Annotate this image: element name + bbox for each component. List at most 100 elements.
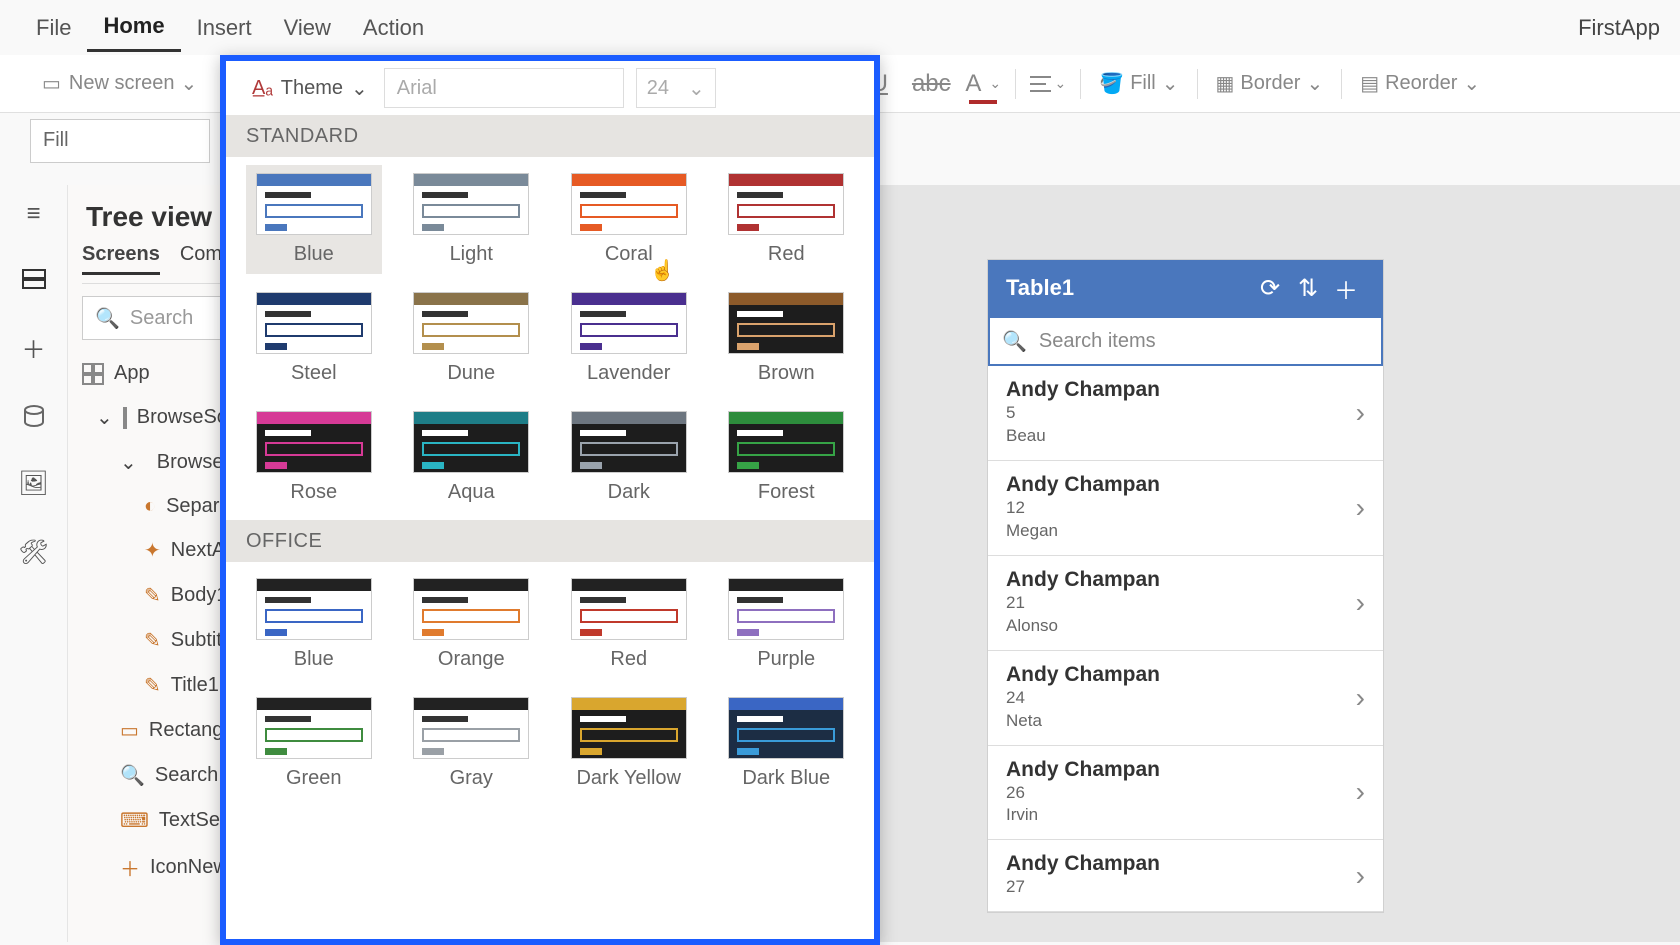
theme-dropdown: A̲ₐ Theme ⌄ Arial 24 ⌄ STANDARD Blue Lig… [220,55,880,945]
tree-label: App [114,362,150,385]
reorder-button[interactable]: ▤ Reorder ⌄ [1348,65,1492,102]
control-icon: ✦ [144,538,161,563]
theme-card-dark[interactable]: Dark [561,403,697,512]
theme-card-label: Blue [294,648,334,671]
theme-card-blue[interactable]: Blue [246,570,382,679]
menu-file[interactable]: File [20,5,87,51]
chevron-down-icon: ⌄ [1162,71,1179,96]
tree-label: Body1 [171,584,228,607]
theme-card-gray[interactable]: Gray [404,689,540,798]
border-button[interactable]: ▦ Border ⌄ [1204,65,1336,102]
font-size-label: 24 [647,77,669,100]
fill-button[interactable]: 🪣 Fill ⌄ [1087,65,1190,102]
theme-card-label: Green [286,767,342,790]
font-select[interactable]: Arial [384,68,624,108]
theme-card-label: Orange [438,648,505,671]
list-item[interactable]: Andy Champan 24 Neta › [988,651,1383,746]
control-icon: ⌨ [120,808,149,833]
strike-button[interactable]: abc [913,66,949,102]
theme-card-coral[interactable]: Coral [561,165,697,274]
new-screen-button[interactable]: ▭ New screen ⌄ [30,65,209,102]
theme-card-green[interactable]: Green [246,689,382,798]
list-item-subtitle: Beau [1006,425,1356,448]
theme-card-brown[interactable]: Brown [719,284,855,393]
theme-section-standard: STANDARD [226,115,874,157]
data-icon[interactable] [23,405,45,429]
theme-card-orange[interactable]: Orange [404,570,540,679]
theme-card-blue[interactable]: Blue [246,165,382,274]
menu-view[interactable]: View [268,5,347,51]
list-item[interactable]: Andy Champan 12 Megan › [988,461,1383,556]
font-size-select[interactable]: 24 ⌄ [636,68,716,108]
theme-card-dark-yellow[interactable]: Dark Yellow [561,689,697,798]
font-color-button[interactable]: A⌄ [965,66,1001,102]
menu-action[interactable]: Action [347,5,440,51]
theme-card-red[interactable]: Red [719,165,855,274]
list-item[interactable]: Andy Champan 5 Beau › [988,366,1383,461]
tree-label: Title1 [171,674,219,697]
align-button[interactable]: ⌄ [1030,66,1066,102]
media-icon[interactable]: 🖼 [18,469,48,498]
theme-card-forest[interactable]: Forest [719,403,855,512]
list-item[interactable]: Andy Champan 26 Irvin › [988,746,1383,841]
chevron-right-icon: › [1356,860,1365,892]
hamburger-icon[interactable]: ≡ [26,200,40,228]
theme-card-label: Steel [291,362,337,385]
chevron-right-icon: › [1356,587,1365,619]
separator [1197,69,1198,99]
list-item-subtitle: Alonso [1006,615,1356,638]
theme-card-dark-blue[interactable]: Dark Blue [719,689,855,798]
fill-icon: 🪣 [1099,71,1124,96]
theme-grid-standard: Blue Light Coral Red Steel Dune Lavender… [226,157,874,520]
list-item-title: Andy Champan [1006,378,1356,402]
control-icon: ＋ [120,853,140,882]
theme-card-lavender[interactable]: Lavender [561,284,697,393]
list-item-id: 21 [1006,592,1356,615]
tab-screens[interactable]: Screens [82,243,160,275]
chevron-down-icon: ⌄ [96,405,113,430]
theme-button[interactable]: A̲ₐ Theme ⌄ [242,70,378,107]
sort-icon[interactable]: ⇅ [1289,274,1327,303]
tree-view-icon[interactable] [21,268,47,290]
theme-card-dune[interactable]: Dune [404,284,540,393]
theme-card-rose[interactable]: Rose [246,403,382,512]
theme-card-steel[interactable]: Steel [246,284,382,393]
control-icon: ✎ [144,583,161,608]
border-icon: ▦ [1216,71,1235,96]
list-item[interactable]: Andy Champan 21 Alonso › [988,556,1383,651]
theme-card-purple[interactable]: Purple [719,570,855,679]
theme-card-red[interactable]: Red [561,570,697,679]
property-selector[interactable]: Fill [30,119,210,163]
refresh-icon[interactable]: ⟳ [1251,274,1289,303]
control-icon: ◐ [144,495,156,518]
theme-card-label: Rose [290,481,337,504]
new-screen-label: New screen [69,72,175,95]
chevron-right-icon: › [1356,682,1365,714]
chevron-down-icon: ⌄ [1306,71,1323,96]
theme-popup-header: A̲ₐ Theme ⌄ Arial 24 ⌄ [226,61,874,115]
theme-card-label: Lavender [587,362,670,385]
new-screen-icon: ▭ [42,71,61,96]
preview-title: Table1 [1006,275,1251,301]
theme-card-light[interactable]: Light [404,165,540,274]
insert-icon[interactable]: ＋ [22,330,46,365]
theme-label: Theme [281,77,343,100]
chevron-down-icon: ⌄ [1463,71,1480,96]
theme-card-label: Dark [608,481,650,504]
theme-card-label: Purple [757,648,815,671]
list-item-id: 27 [1006,876,1356,899]
plus-icon[interactable]: ＋ [1327,271,1365,306]
theme-card-label: Light [450,243,493,266]
theme-card-label: Dune [447,362,495,385]
control-icon: ▭ [120,718,139,743]
list-item-id: 12 [1006,497,1356,520]
menu-home[interactable]: Home [87,3,180,52]
preview-search[interactable]: 🔍 Search items [988,316,1383,366]
theme-card-aqua[interactable]: Aqua [404,403,540,512]
tools-icon[interactable]: 🛠 [18,538,48,567]
border-label: Border [1240,72,1300,95]
list-item[interactable]: Andy Champan 27 › [988,840,1383,912]
list-item-subtitle: Neta [1006,710,1356,733]
theme-card-label: Coral [605,243,653,266]
menu-insert[interactable]: Insert [181,5,268,51]
